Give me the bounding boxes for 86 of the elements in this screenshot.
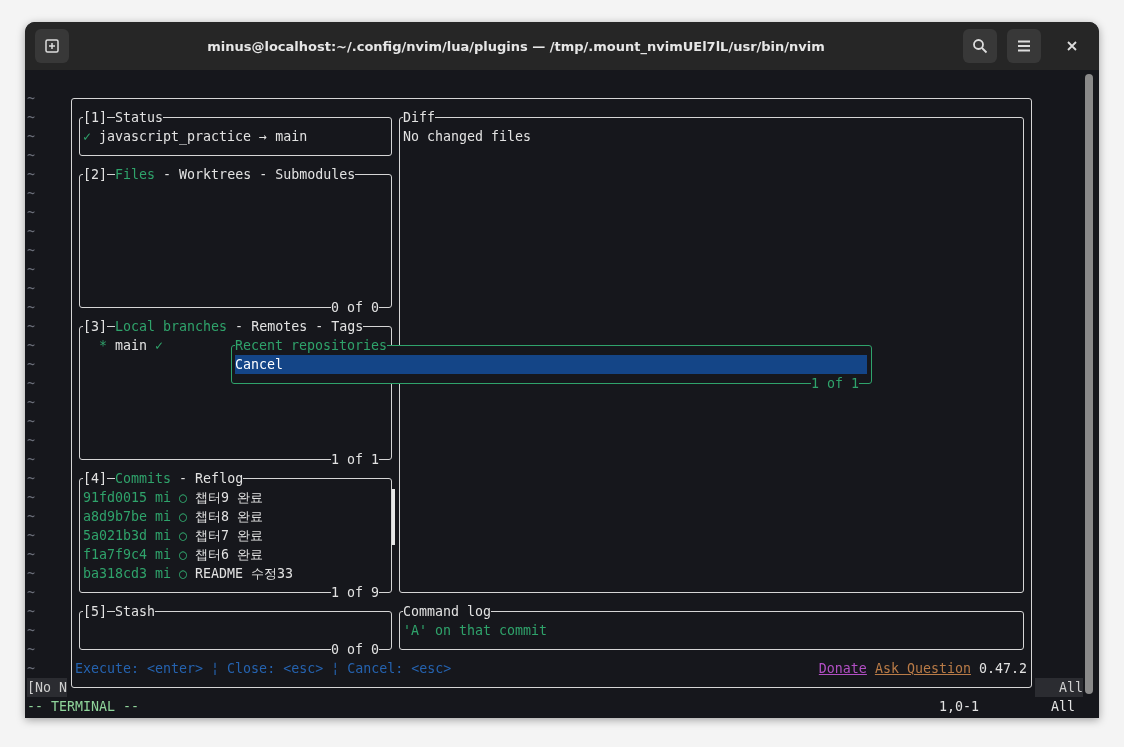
current-branch-marker: * xyxy=(99,337,107,355)
tilde: ~ xyxy=(27,261,35,279)
diff-text: No changed files xyxy=(403,128,533,146)
tilde: ~ xyxy=(27,432,35,450)
tilde: ~ xyxy=(27,470,35,488)
commit-graph-symbol: ○ xyxy=(179,508,188,526)
tilde: ~ xyxy=(27,375,35,393)
window-title: minus@localhost:~/.config/nvim/lua/plugins — /tmp/.mount_nvimUEl7lL/usr/bin/nvim xyxy=(206,38,826,54)
tilde: ~ xyxy=(27,128,35,146)
commit-message: 챕터6 완료 xyxy=(195,546,264,564)
tilde: ~ xyxy=(27,394,35,412)
commit-graph-symbol: ○ xyxy=(179,546,188,564)
check-mark: ✓ xyxy=(83,128,91,146)
search-button[interactable] xyxy=(963,29,997,63)
close-icon xyxy=(1067,41,1077,51)
search-icon xyxy=(972,38,988,54)
panel-title: Command log xyxy=(403,602,492,621)
commit-message: README 수정33 xyxy=(195,565,294,583)
tilde: ~ xyxy=(27,603,35,621)
panel-tab[interactable]: Reflog xyxy=(195,469,244,488)
scrollbar[interactable] xyxy=(1085,74,1093,694)
popup-item[interactable]: Cancel xyxy=(235,355,867,374)
tilde: ~ xyxy=(27,204,35,222)
commit-author: mi xyxy=(155,508,172,526)
commit-hash[interactable]: 91fd0015 xyxy=(83,488,148,507)
menu-button[interactable] xyxy=(1007,29,1041,63)
tilde: ~ xyxy=(27,318,35,336)
panel-number: [2] xyxy=(83,165,108,184)
commit-message: 챕터7 완료 xyxy=(195,527,264,545)
tilde: ~ xyxy=(27,508,35,526)
tilde: ~ xyxy=(27,660,35,678)
tilde: ~ xyxy=(27,584,35,602)
tilde: ~ xyxy=(27,337,35,355)
version-text: 0.47.2 xyxy=(978,660,1027,678)
commit-hash[interactable]: ba318cd3 xyxy=(83,564,148,583)
scrollbar-thumb[interactable] xyxy=(392,489,395,545)
commit-author: mi xyxy=(155,565,172,583)
commit-hash[interactable]: 5a021b3d xyxy=(83,526,148,545)
branch-name[interactable]: main xyxy=(115,336,148,355)
commit-hash[interactable]: a8d9b7be xyxy=(83,507,148,526)
commit-message: 챕터9 완료 xyxy=(195,489,264,507)
tilde: ~ xyxy=(27,185,35,203)
commit-graph-symbol: ○ xyxy=(179,527,188,545)
tilde: ~ xyxy=(27,641,35,659)
commit-hash[interactable]: f1a7f9c4 xyxy=(83,545,148,564)
commit-author: mi xyxy=(155,527,172,545)
panel-number: [4] xyxy=(83,469,108,488)
tilde: ~ xyxy=(27,299,35,317)
tilde: ~ xyxy=(27,90,35,108)
mode-indicator: -- TERMINAL -- xyxy=(27,698,141,716)
tilde: ~ xyxy=(27,166,35,184)
statusline-buffer: [No N xyxy=(27,678,67,697)
commit-graph-symbol: ○ xyxy=(179,489,188,507)
panel-number: [3] xyxy=(83,317,108,336)
tilde: ~ xyxy=(27,527,35,545)
tilde: ~ xyxy=(27,489,35,507)
commit-author: mi xyxy=(155,489,172,507)
statusline-position: All xyxy=(1035,678,1083,697)
panel-number: [5] xyxy=(83,602,108,621)
tilde: ~ xyxy=(27,242,35,260)
command-log-text: 'A' on that commit xyxy=(403,622,549,640)
link[interactable]: Ask Question xyxy=(874,659,971,678)
tilde: ~ xyxy=(27,280,35,298)
repo-status: javascript_practice → main xyxy=(99,128,308,146)
commit-graph-symbol: ○ xyxy=(179,565,188,583)
tilde: ~ xyxy=(27,622,35,640)
new-tab-icon xyxy=(44,38,60,54)
new-tab-button[interactable] xyxy=(35,29,69,63)
tilde: ~ xyxy=(27,356,35,374)
tilde: ~ xyxy=(27,546,35,564)
commit-message: 챕터8 완료 xyxy=(195,508,264,526)
scroll-position: All xyxy=(1051,698,1077,716)
tilde: ~ xyxy=(27,223,35,241)
tilde: ~ xyxy=(27,565,35,583)
panel-number: [1] xyxy=(83,108,108,127)
branch-status: ✓ xyxy=(155,337,164,355)
tilde: ~ xyxy=(27,413,35,431)
keybinding-hints: Execute: <enter> ¦ Close: <esc> ¦ Cancel: <esc> xyxy=(75,660,453,678)
cursor-position: 1,0-1 xyxy=(939,698,981,716)
menu-icon xyxy=(1017,40,1031,52)
link[interactable]: Donate xyxy=(818,659,867,678)
popup-title: Recent repositories xyxy=(235,336,388,355)
tilde: ~ xyxy=(27,147,35,165)
tilde: ~ xyxy=(27,451,35,469)
commit-author: mi xyxy=(155,546,172,564)
tilde: ~ xyxy=(27,109,35,127)
